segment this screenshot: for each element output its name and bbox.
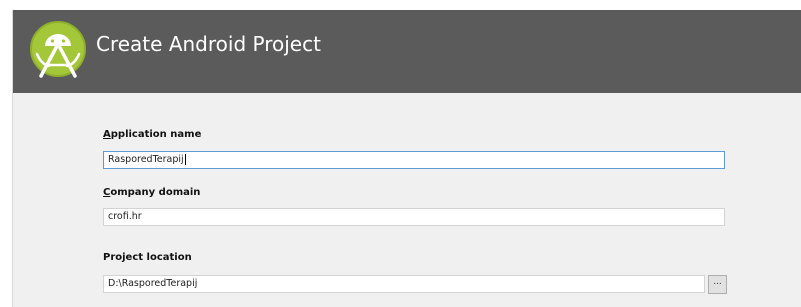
company-domain-label-text: ompany domain [110, 187, 201, 198]
project-location-label: Project location [103, 252, 192, 263]
application-name-mnemonic: A [103, 129, 111, 140]
company-domain-input[interactable]: crofi.hr [103, 208, 725, 226]
dialog-title: Create Android Project [96, 32, 321, 56]
android-studio-logo-icon [30, 21, 86, 78]
browse-location-button[interactable]: ... [708, 275, 727, 294]
application-name-label: Application name [103, 128, 201, 142]
company-domain-label: Company domain [103, 186, 200, 200]
company-domain-value: crofi.hr [108, 211, 142, 222]
text-caret [184, 154, 186, 165]
application-name-label-text: pplication name [110, 129, 202, 140]
application-name-value: RasporedTerapij [108, 154, 184, 165]
header-banner: Create Android Project [13, 10, 801, 93]
create-project-window: Create Android Project Application name … [12, 10, 801, 307]
project-form: Application name RasporedTerapij Company… [13, 93, 801, 307]
application-name-input[interactable]: RasporedTerapij [103, 151, 725, 169]
project-location-input[interactable]: D:\RasporedTerapij [103, 275, 705, 293]
project-location-value: D:\RasporedTerapij [108, 278, 198, 289]
